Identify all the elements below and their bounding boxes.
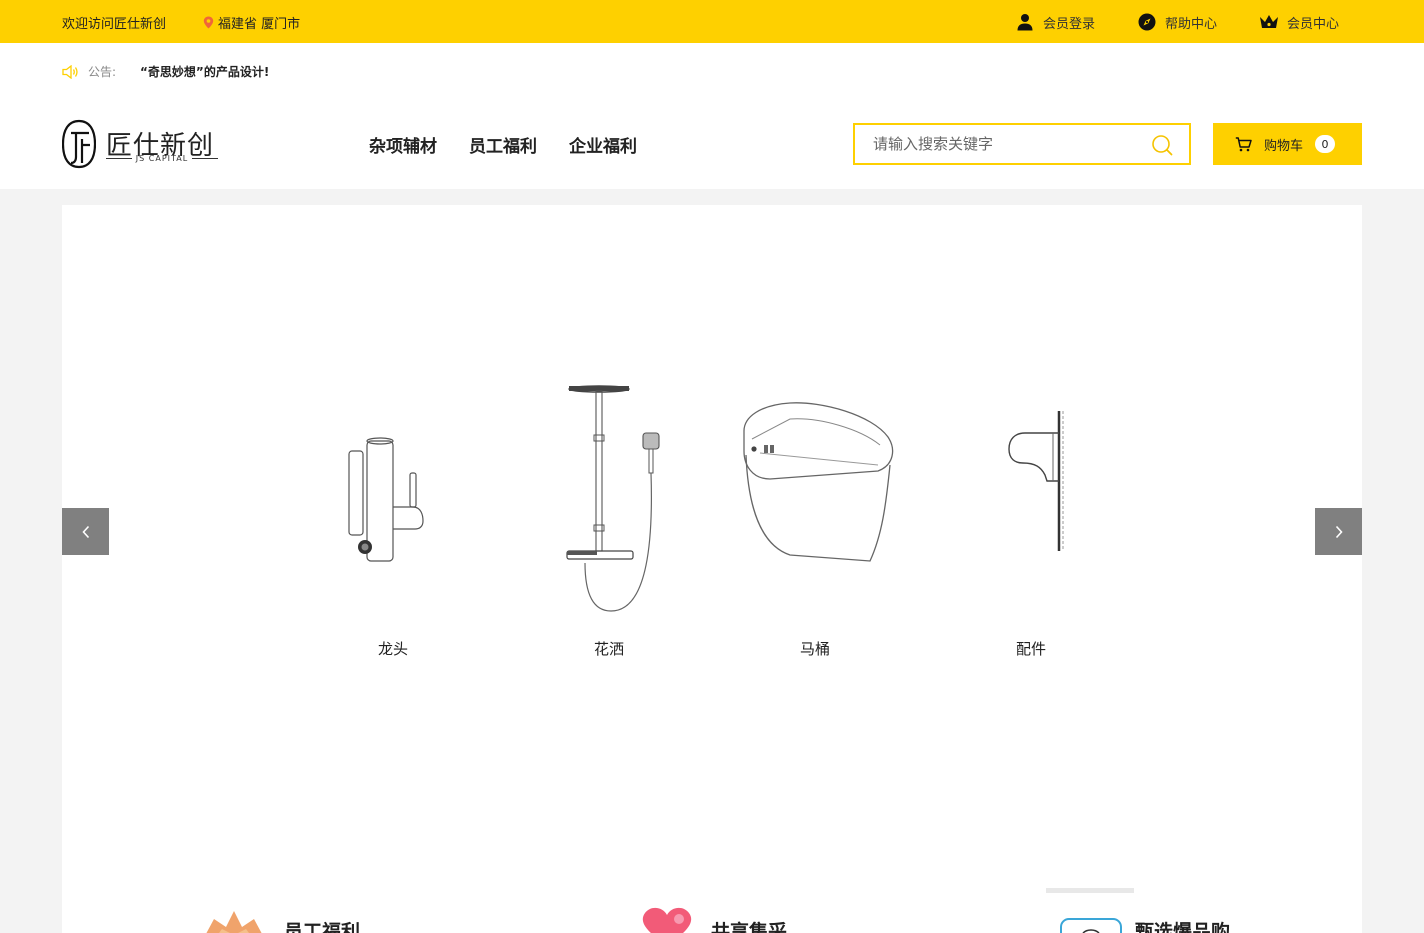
member-center-link[interactable]: 会员中心: [1259, 11, 1339, 33]
book-icon: [1060, 918, 1122, 933]
logo-mark-icon: [62, 119, 96, 169]
shower-image: [519, 345, 699, 612]
header: 公告: “奇思妙想”的产品设计! 匠仕新创 JS CAPITAL 杂项辅材 员工…: [0, 43, 1424, 189]
category-label-shower: 花洒: [593, 640, 624, 658]
feature-selected-hot-items[interactable]: 甄选爆品购: [1059, 905, 1230, 933]
help-center-label: 帮助中心: [1165, 16, 1218, 32]
feature-title: 共享集采: [711, 921, 788, 933]
welcome-text: 欢迎访问匠仕新创: [62, 17, 167, 32]
search-input[interactable]: [873, 133, 1143, 155]
location[interactable]: 福建省 厦门市: [203, 13, 300, 32]
carousel-next-button[interactable]: [1315, 508, 1362, 555]
category-label-toilet: 马桶: [799, 640, 830, 658]
category-item-accessory[interactable]: 配件: [941, 345, 1121, 665]
feature-shared-procurement[interactable]: 共享集采: [635, 905, 787, 933]
nav-item-misc-materials[interactable]: 杂项辅材: [369, 132, 437, 157]
member-center-label: 会员中心: [1287, 16, 1340, 32]
location-pin-icon: [203, 16, 214, 29]
compass-icon: [1137, 12, 1157, 32]
main-nav: 杂项辅材 员工福利 企业福利: [369, 132, 637, 157]
cart-label: 购物车: [1264, 138, 1304, 154]
member-login-link[interactable]: 会员登录: [1015, 11, 1095, 33]
search-icon[interactable]: [1151, 134, 1173, 156]
carousel-prev-button[interactable]: [62, 508, 109, 555]
chevron-right-icon: [1335, 525, 1343, 538]
logo[interactable]: 匠仕新创 JS CAPITAL: [62, 119, 222, 169]
notice-bar: 公告: “奇思妙想”的产品设计!: [62, 63, 269, 80]
notice-text[interactable]: “奇思妙想”的产品设计!: [140, 63, 269, 80]
feature-title: 员工福利: [284, 921, 361, 933]
category-label-faucet: 龙头: [377, 640, 408, 658]
category-item-faucet[interactable]: 龙头: [303, 345, 483, 665]
help-center-link[interactable]: 帮助中心: [1137, 11, 1217, 33]
chevron-left-icon: [81, 525, 89, 538]
feature-employee-benefits[interactable]: 员工福利: [196, 905, 360, 933]
member-login-label: 会员登录: [1043, 16, 1096, 32]
category-item-shower[interactable]: 花洒: [519, 345, 699, 665]
category-carousel: 龙头 花洒 马桶 配件 员工福利 共享集采 甄选爆品购: [62, 205, 1362, 933]
user-icon: [1015, 12, 1035, 32]
cart-count-badge: 0: [1315, 135, 1336, 153]
cart-button[interactable]: 购物车 0: [1213, 123, 1362, 165]
category-item-toilet[interactable]: 马桶: [725, 345, 905, 665]
top-bar: 欢迎访问匠仕新创 福建省 厦门市 会员登录 帮助中心 会员中心: [0, 0, 1424, 43]
faucet-image: [303, 345, 483, 605]
logo-text-en: JS CAPITAL: [106, 154, 218, 163]
nav-item-employee-benefits[interactable]: 员工福利: [469, 132, 537, 157]
notice-label: 公告:: [88, 65, 117, 79]
accessory-image: [941, 345, 1121, 605]
divider: [1046, 888, 1134, 893]
location-text: 福建省 厦门市: [218, 17, 301, 32]
category-label-accessory: 配件: [1015, 640, 1046, 658]
crown-icon: [1259, 12, 1279, 32]
heart-icon: [642, 908, 692, 933]
gift-icon: [206, 911, 262, 933]
toilet-image: [725, 345, 905, 605]
cart-icon: [1235, 136, 1252, 151]
search-box: [853, 123, 1191, 165]
feature-title: 甄选爆品购: [1135, 921, 1231, 933]
nav-item-enterprise-benefits[interactable]: 企业福利: [569, 132, 637, 157]
speaker-icon: [62, 64, 78, 79]
